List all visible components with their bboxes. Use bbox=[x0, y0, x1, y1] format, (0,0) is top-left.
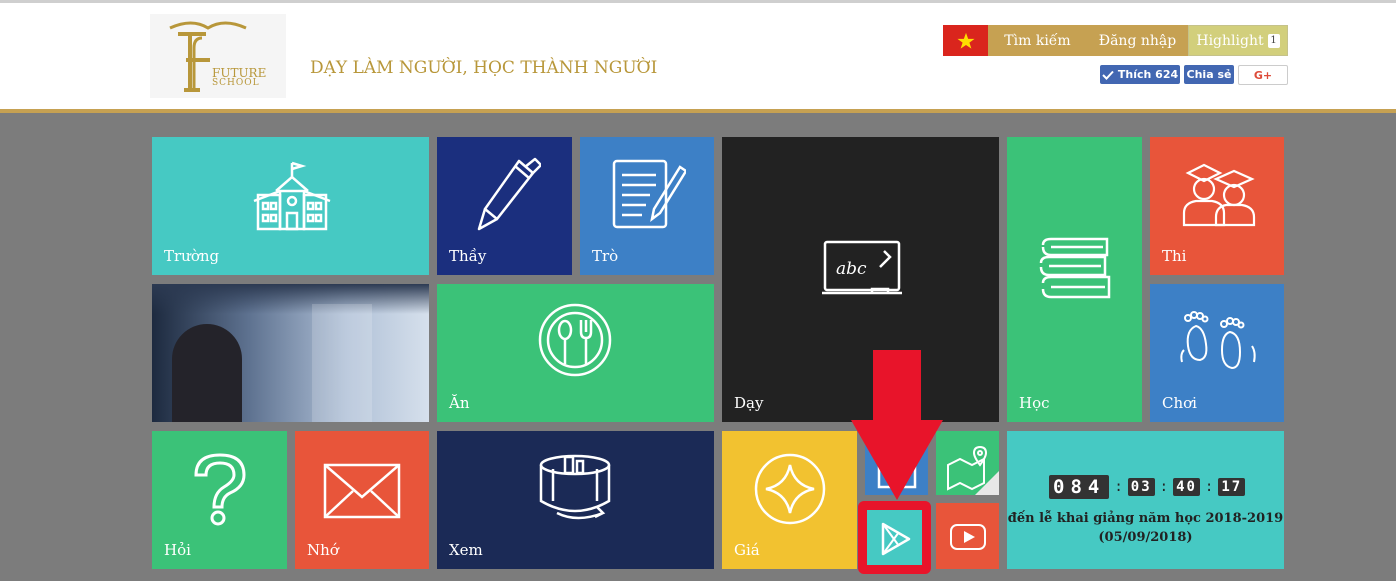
tile-thi[interactable]: Thi bbox=[1150, 137, 1284, 275]
tile-choi[interactable]: Chơi bbox=[1150, 284, 1284, 422]
tile-label: Dạy bbox=[734, 394, 764, 412]
pen-icon bbox=[477, 157, 541, 231]
like-label: Thích 624 bbox=[1117, 68, 1179, 81]
panorama-360-icon bbox=[539, 454, 611, 520]
plate-cutlery-icon bbox=[538, 303, 612, 377]
logo-school-text: SCHOOL bbox=[212, 78, 260, 88]
tile-label: Thi bbox=[1162, 247, 1187, 265]
tile-hoi[interactable]: Hỏi bbox=[152, 431, 287, 569]
thumbnail-light bbox=[312, 304, 372, 422]
question-mark-icon bbox=[194, 453, 246, 526]
tile-label: Học bbox=[1019, 394, 1050, 412]
google-play-highlight-frame bbox=[858, 501, 931, 574]
books-stack-icon bbox=[1039, 237, 1111, 299]
chalkboard-icon: abc bbox=[822, 240, 902, 295]
tile-hoc[interactable]: Học bbox=[1007, 137, 1142, 422]
small-tile-map[interactable] bbox=[936, 431, 999, 495]
tile-an[interactable]: Ăn bbox=[437, 284, 714, 422]
tile-nho[interactable]: Nhớ bbox=[295, 431, 429, 569]
star-icon bbox=[956, 32, 975, 49]
countdown-clock: 084 : 03 : 40 : 17 bbox=[1049, 475, 1246, 499]
tile-label: Xem bbox=[449, 541, 483, 559]
notebook-pencil-icon bbox=[612, 159, 686, 229]
tile-label: Chơi bbox=[1162, 394, 1197, 412]
tile-label: Thầy bbox=[449, 247, 487, 265]
svg-text:abc: abc bbox=[836, 259, 867, 279]
sparkle-star-icon bbox=[754, 453, 826, 525]
google-plus-button[interactable]: G+ bbox=[1238, 65, 1288, 85]
countdown-date: (05/09/2018) bbox=[1098, 530, 1193, 545]
tile-label: Hỏi bbox=[164, 541, 191, 559]
countdown-hours: 03 bbox=[1127, 478, 1155, 496]
tile-tro[interactable]: Trò bbox=[580, 137, 714, 275]
future-school-logo[interactable]: FUTURE SCHOOL bbox=[150, 14, 286, 98]
countdown-days: 084 bbox=[1049, 475, 1110, 499]
tile-gia[interactable]: Giá bbox=[722, 431, 857, 569]
page-curl bbox=[975, 471, 999, 495]
language-vietnam-button[interactable] bbox=[943, 25, 988, 56]
graduates-icon bbox=[1182, 163, 1256, 227]
countdown-seconds: 17 bbox=[1218, 478, 1246, 496]
tile-label: Trường bbox=[164, 247, 220, 265]
envelope-icon bbox=[323, 463, 401, 519]
highlight-label: Highlight bbox=[1196, 32, 1264, 49]
tile-truong[interactable]: Trường bbox=[152, 137, 429, 275]
thumbnail-shade bbox=[152, 284, 429, 314]
highlight-count-badge: 1 bbox=[1267, 33, 1280, 48]
colon: : bbox=[1114, 479, 1123, 495]
footprints-icon bbox=[1180, 311, 1256, 370]
google-play-tile[interactable] bbox=[867, 510, 922, 565]
countdown-tile: 084 : 03 : 40 : 17 đến lễ khai giảng năm… bbox=[1007, 431, 1284, 569]
tile-xem[interactable]: Xem bbox=[437, 431, 714, 569]
facebook-share-button[interactable]: Chia sẻ bbox=[1184, 65, 1234, 84]
tile-label: Ăn bbox=[449, 394, 470, 412]
youtube-play-icon bbox=[950, 524, 986, 550]
search-button[interactable]: Tìm kiếm bbox=[988, 25, 1087, 56]
thumbnail-silhouette bbox=[172, 324, 242, 422]
site-header: FUTURE SCHOOL DẠY LÀM NGƯỜI, HỌC THÀNH N… bbox=[0, 3, 1396, 113]
facebook-like-button[interactable]: Thích 624 bbox=[1100, 65, 1180, 84]
login-button[interactable]: Đăng nhập bbox=[1087, 25, 1188, 56]
google-play-icon bbox=[881, 522, 911, 556]
youtube-tile[interactable] bbox=[936, 503, 999, 569]
countdown-minutes: 40 bbox=[1173, 478, 1200, 496]
countdown-caption: đến lễ khai giảng năm học 2018-2019 bbox=[1007, 511, 1284, 526]
school-building-icon bbox=[253, 161, 331, 231]
colon: : bbox=[1159, 479, 1169, 495]
tagline: DẠY LÀM NGƯỜI, HỌC THÀNH NGƯỜI bbox=[310, 58, 658, 78]
video-thumbnail-image[interactable] bbox=[152, 284, 429, 422]
tile-label: Nhớ bbox=[307, 541, 339, 559]
red-down-arrow-icon bbox=[851, 350, 943, 500]
checkmark-icon bbox=[1102, 70, 1114, 80]
tile-thay[interactable]: Thầy bbox=[437, 137, 572, 275]
highlight-button[interactable]: Highlight 1 bbox=[1188, 25, 1288, 56]
colon: : bbox=[1204, 479, 1214, 495]
tile-label: Giá bbox=[734, 541, 760, 559]
tile-label: Trò bbox=[592, 247, 619, 265]
